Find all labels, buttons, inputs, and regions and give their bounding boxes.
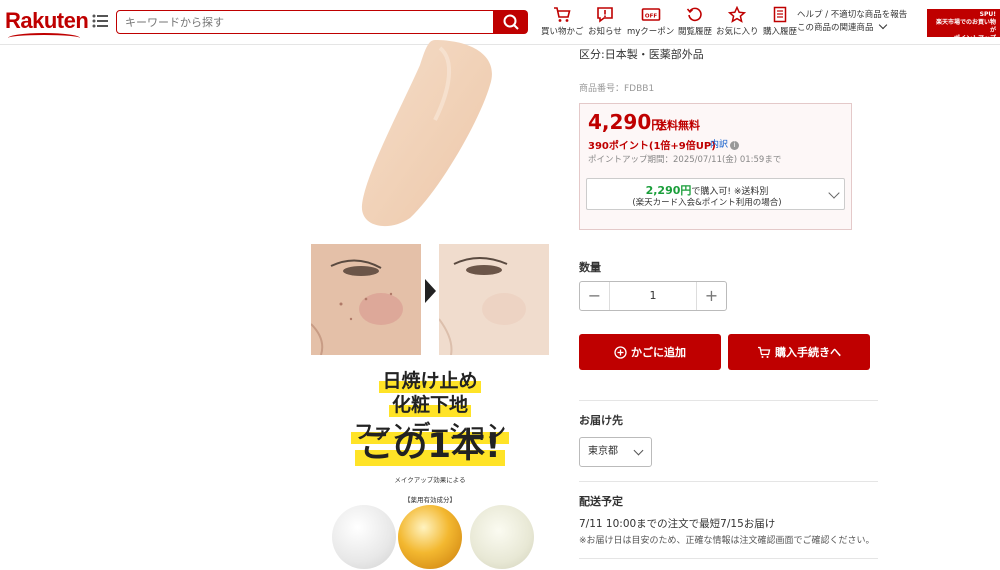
nav-favorites[interactable]: お気に入り [716, 6, 759, 37]
help-links[interactable]: ヘルプ / 不適切な商品を報告 この商品の関連商品 [797, 9, 907, 35]
add-to-cart-button[interactable]: かごに追加 [579, 334, 721, 370]
point-up-period: ポイントアップ期間：2025/07/11(金) 01:59まで [588, 155, 782, 165]
notification-icon [597, 7, 613, 23]
rakuten-logo[interactable]: Rakuten [5, 8, 89, 34]
chevron-down-icon [828, 187, 840, 199]
divider [579, 481, 878, 482]
destination-label: お届け先 [579, 414, 623, 427]
buy-now-button[interactable]: 購入手続きへ [728, 334, 870, 370]
nav-purchase-history[interactable]: 購入履歴 [763, 6, 797, 37]
promo-small: メイクアップ効果による [394, 476, 466, 484]
promo-big: この1本! [355, 426, 505, 466]
plus-icon[interactable]: + [696, 282, 726, 310]
promo-small2: 【薬用有効成分】 [404, 496, 456, 504]
header: Rakuten 買い物かご お知らせ OFF myクーポン [0, 0, 1000, 45]
arrow-icon [425, 279, 436, 303]
info-icon: i [730, 141, 740, 150]
ingredient-image-1 [332, 505, 396, 569]
search-icon [503, 14, 519, 30]
nav-notifications-label: お知らせ [588, 27, 622, 37]
divider [579, 558, 878, 559]
search-box[interactable] [116, 10, 494, 34]
nav-favorites-label: お気に入り [716, 27, 759, 37]
cream-swatch-image [361, 40, 492, 227]
nav-notifications[interactable]: お知らせ [588, 6, 622, 37]
spu-banner[interactable]: SPU! 楽天市場でのお買い物が ポイントアップ [927, 9, 1000, 42]
help-link[interactable]: ヘルプ / 不適切な商品を報告 [797, 9, 907, 22]
price-box: 4,290円 送料無料 390ポイント(1倍+9倍UP) 内訳 i ポイントアップ… [579, 103, 852, 230]
add-circle-icon [614, 345, 627, 359]
points-breakdown-link[interactable]: 内訳 i [710, 137, 740, 150]
card-offer-dropdown[interactable]: 2,290円で購入可! ※送料別 (楽天カード入会&ポイント利用の場合) [586, 178, 845, 210]
promo-line1: 日焼け止め [379, 366, 481, 393]
nav-coupon-label: myクーポン [627, 27, 675, 37]
quantity-input[interactable]: 1 [610, 282, 696, 310]
quantity-label: 数量 [579, 261, 601, 274]
delivery-schedule-text: 7/11 10:00までの注文で最短7/15お届け [579, 518, 776, 530]
minus-icon[interactable]: − [580, 282, 610, 310]
chevron-down-icon [633, 445, 644, 456]
menu-icon[interactable] [92, 14, 108, 28]
chevron-down-icon [878, 20, 888, 30]
logo-swoosh [8, 33, 80, 38]
ingredient-image-2 [398, 505, 462, 569]
nav-cart-label: 買い物かご [541, 27, 584, 37]
coupon-icon: OFF [641, 8, 660, 21]
search-input[interactable] [117, 11, 493, 34]
delivery-note: ※お届け日は目安のため、正確な情報は注文確認画面でご確認ください。 [579, 536, 875, 546]
before-face-image [311, 244, 421, 355]
product-category: 区分:日本製・医薬部外品 [579, 48, 704, 61]
item-number: 商品番号：FDBB1 [579, 84, 655, 94]
price: 4,290円 [588, 110, 664, 134]
nav-cart[interactable]: 買い物かご [541, 6, 584, 37]
history-icon [686, 7, 702, 22]
nav-history-label: 閲覧履歴 [678, 27, 713, 37]
after-face-image [439, 244, 549, 355]
star-icon [728, 6, 747, 23]
nav-history[interactable]: 閲覧履歴 [678, 6, 712, 37]
ingredient-image-3 [470, 505, 534, 569]
nav-coupon[interactable]: OFF myクーポン [627, 6, 674, 37]
related-products-link[interactable]: この商品の関連商品 [797, 20, 907, 35]
receipt-icon [773, 6, 787, 23]
nav-purchase-history-label: 購入履歴 [763, 27, 798, 37]
divider [579, 400, 878, 401]
quantity-stepper: − 1 + [579, 281, 727, 311]
search-button[interactable] [494, 10, 528, 34]
promo-line2a: 化粧下地 [388, 390, 471, 417]
cart-icon [554, 7, 571, 22]
free-shipping-label: 送料無料 [656, 119, 700, 132]
cart-icon [758, 346, 771, 358]
delivery-schedule-label: 配送予定 [579, 495, 623, 508]
svg-text:OFF: OFF [645, 14, 657, 20]
destination-select[interactable]: 東京都 [579, 437, 652, 467]
card-note: (楽天カード入会&ポイント利用の場合) [632, 198, 782, 208]
points-label: 390ポイント(1倍+9倍UP) [588, 141, 716, 152]
